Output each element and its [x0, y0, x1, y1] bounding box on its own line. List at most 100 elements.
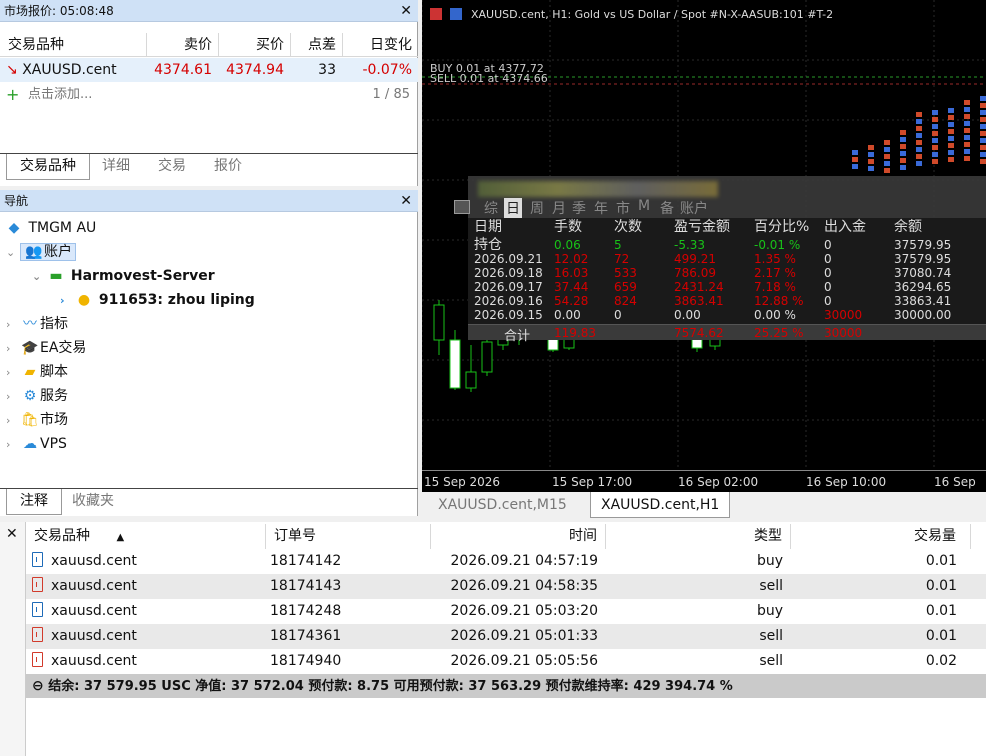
nav-accounts[interactable]: ⌄ 👥账户	[6, 241, 76, 263]
chevron-right-icon[interactable]: ›	[6, 410, 20, 432]
column-header-type[interactable]: 类型	[606, 524, 791, 549]
chevron-right-icon[interactable]: ›	[6, 386, 20, 408]
nav-item-label: 指标	[40, 316, 68, 332]
volume-cell: 0.01	[925, 603, 957, 619]
stats-cell-count: 659	[614, 280, 637, 294]
chevron-right-icon[interactable]: ›	[6, 434, 20, 456]
nav-expert-advisors[interactable]: › 🎓EA交易	[6, 337, 86, 359]
column-header-symbol[interactable]: 交易品种	[0, 33, 146, 57]
order-marker	[948, 157, 954, 162]
tab-chart-m15[interactable]: XAUUSD.cent,M15	[428, 492, 577, 518]
market-watch-row[interactable]: ↘ XAUUSD.cent 4374.61 4374.94 33 -0.07%	[0, 58, 418, 82]
tab-details[interactable]: 详细	[96, 154, 136, 180]
arrow-down-icon: ↘	[6, 62, 18, 78]
nav-vps[interactable]: › ☁ VPS	[6, 433, 67, 455]
stats-cell-pnl: 499.21	[674, 252, 716, 266]
column-header-volume[interactable]: 交易量	[791, 524, 971, 549]
column-header-symbol[interactable]: 交易品种 ▲	[26, 524, 266, 549]
column-header-time[interactable]: 时间	[431, 524, 606, 549]
tab-comments[interactable]: 注释	[6, 489, 62, 515]
column-header-change[interactable]: 日变化	[342, 33, 418, 57]
nav-item-label: 脚本	[40, 364, 68, 380]
stats-cell-date: 2026.09.17	[474, 280, 543, 294]
add-symbol-row[interactable]: + 点击添加... 1 / 85	[0, 84, 418, 106]
table-row[interactable]: xauusd.cent 18174361 2026.09.21 05:01:33 se…	[26, 624, 986, 649]
nav-services[interactable]: › ⚙ 服务	[6, 385, 68, 407]
stats-total-pnl: 7574.62	[674, 326, 724, 340]
time-cell: 2026.09.21 05:01:33	[450, 628, 599, 644]
column-header-ask[interactable]: 买价	[218, 33, 290, 57]
nav-item-label: VPS	[40, 436, 67, 452]
collapse-icon[interactable]: ⊖	[32, 678, 44, 694]
users-icon: 👥	[25, 244, 43, 260]
column-header-spread[interactable]: 点差	[290, 33, 342, 57]
period-account[interactable]: 账户	[680, 198, 708, 218]
stats-cell-pct: 12.88 %	[754, 294, 804, 308]
tab-favorites[interactable]: 收藏夹	[66, 489, 120, 515]
order-marker	[916, 147, 922, 152]
tab-ticks[interactable]: 报价	[208, 154, 248, 180]
ticket-cell: 18174143	[270, 578, 342, 594]
column-header-bid[interactable]: 卖价	[146, 33, 218, 57]
order-marker	[932, 145, 938, 150]
nav-server[interactable]: ⌄ ▬ Harmovest-Server	[32, 265, 215, 287]
close-icon[interactable]: ✕	[6, 526, 18, 542]
period-day[interactable]: 日	[504, 198, 522, 218]
table-row[interactable]: xauusd.cent 18174940 2026.09.21 05:05:56 se…	[26, 649, 986, 674]
order-marker	[932, 152, 938, 157]
period-note[interactable]: 备	[660, 198, 674, 218]
stats-cell-balance: 37080.74	[894, 266, 952, 280]
table-row[interactable]: xauusd.cent 18174142 2026.09.21 04:57:19 bu…	[26, 549, 986, 574]
tab-trading[interactable]: 交易	[152, 154, 192, 180]
period-market[interactable]: 市	[616, 198, 630, 218]
order-marker	[948, 115, 954, 120]
stats-header: 次数	[614, 219, 642, 235]
tab-chart-h1[interactable]: XAUUSD.cent,H1	[590, 492, 731, 518]
close-icon[interactable]: ✕	[400, 190, 412, 212]
stats-row: 2026.09.18 16.03 533 786.09 2.17 % 0 37080.74	[474, 266, 986, 280]
table-row[interactable]: xauusd.cent 18174248 2026.09.21 05:03:20 bu…	[26, 599, 986, 624]
chevron-down-icon[interactable]: ⌄	[6, 242, 20, 264]
period-quarter[interactable]: 季	[572, 198, 586, 218]
nav-broker[interactable]: ◆ TMGM AU	[4, 217, 97, 239]
spread-cell: 33	[318, 62, 336, 78]
column-header-ticket[interactable]: 订单号	[266, 524, 431, 549]
period-all[interactable]: 综	[484, 198, 498, 218]
order-marker	[980, 131, 986, 136]
symbol-cell: ↘ XAUUSD.cent	[6, 58, 146, 82]
chevron-right-icon[interactable]: ›	[6, 362, 20, 384]
order-marker	[980, 110, 986, 115]
symbol-text: xauusd.cent	[51, 603, 137, 619]
navigator-panel: 导航 ✕ ◆ TMGM AU ⌄ 👥账户 ⌄ ▬ Harmovest-Server …	[0, 190, 418, 516]
candle-body	[449, 339, 461, 389]
stats-cell-pnl: 786.09	[674, 266, 716, 280]
chevron-down-icon[interactable]: ⌄	[32, 266, 46, 288]
stats-cell-count: 72	[614, 252, 630, 266]
chart-title: XAUUSD.cent, H1: Gold vs US Dollar / Spo…	[430, 8, 833, 21]
stats-total-pct: 25.25 %	[754, 326, 804, 340]
nav-indicators[interactable]: › 〰指标	[6, 313, 68, 335]
period-magic[interactable]: M	[638, 198, 650, 214]
add-symbol-label: 点击添加...	[28, 87, 93, 102]
chevron-right-icon[interactable]: ›	[6, 314, 20, 336]
nav-market[interactable]: › 🛍市场	[6, 409, 68, 431]
table-row[interactable]: xauusd.cent 18174143 2026.09.21 04:58:35 se…	[26, 574, 986, 599]
period-year[interactable]: 年	[594, 198, 608, 218]
period-week[interactable]: 周	[530, 198, 544, 218]
tab-symbols[interactable]: 交易品种	[6, 154, 90, 180]
volume-cell: 0.01	[925, 628, 957, 644]
broker-label: TMGM AU	[28, 220, 97, 236]
chevron-right-icon[interactable]: ›	[6, 338, 20, 360]
stats-cell-lots: 16.03	[554, 266, 589, 280]
stats-cell-balance: 33863.41	[894, 294, 952, 308]
order-marker	[964, 121, 970, 126]
period-toggle-icon[interactable]	[454, 200, 470, 214]
close-icon[interactable]: ✕	[400, 0, 412, 22]
symbol-cell: xauusd.cent	[26, 574, 266, 599]
nav-account[interactable]: › ● 911653: zhou liping	[60, 289, 255, 311]
time-label: 15 Sep 2026	[424, 475, 501, 489]
order-marker	[900, 137, 906, 142]
period-month[interactable]: 月	[552, 198, 566, 218]
chevron-right-icon[interactable]: ›	[60, 290, 74, 312]
nav-scripts[interactable]: › ▰ 脚本	[6, 361, 68, 383]
